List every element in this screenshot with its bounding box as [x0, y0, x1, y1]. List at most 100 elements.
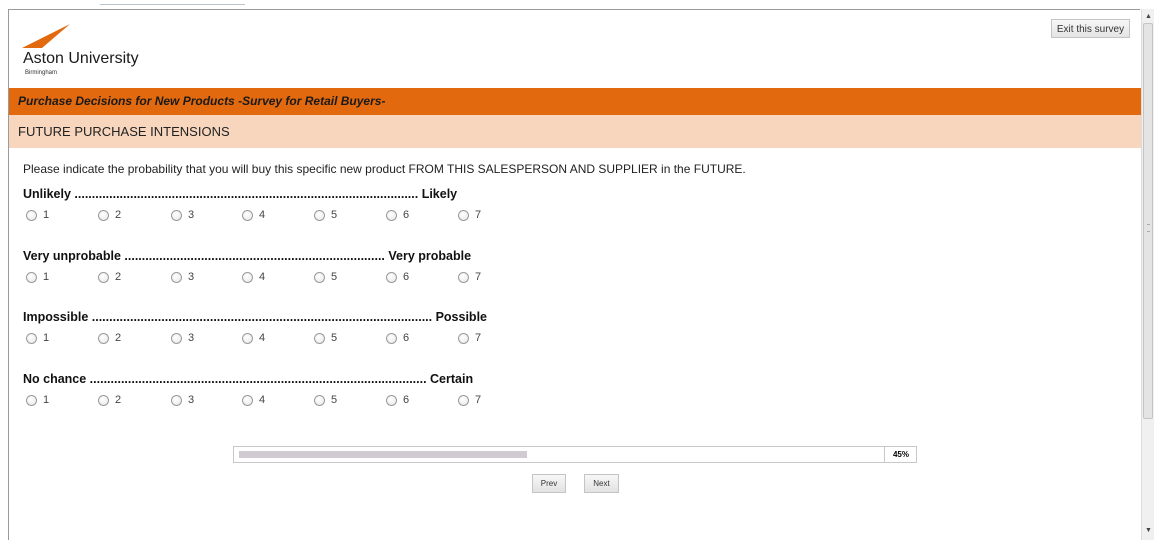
- radio-circle-icon[interactable]: [386, 332, 397, 344]
- radio-circle-icon[interactable]: [242, 332, 253, 344]
- logo-triangle-icon: [22, 24, 70, 48]
- radio-option-label: 7: [475, 332, 482, 344]
- chevron-down-icon[interactable]: ▼: [1143, 525, 1154, 537]
- radio-option[interactable]: 4: [242, 393, 265, 407]
- radio-circle-icon[interactable]: [26, 332, 37, 344]
- radio-option[interactable]: 2: [98, 393, 121, 407]
- radio-option[interactable]: 5: [314, 208, 337, 222]
- radio-option[interactable]: 6: [386, 331, 409, 345]
- radio-option[interactable]: 4: [242, 331, 265, 345]
- radio-circle-icon[interactable]: [98, 271, 109, 283]
- radio-option-label: 5: [331, 271, 338, 283]
- radio-option[interactable]: 1: [26, 208, 49, 222]
- logo-city: Birmingham: [25, 70, 58, 76]
- radio-option[interactable]: 5: [314, 393, 337, 407]
- scale-label: Impossible .............................…: [23, 310, 487, 324]
- radio-option-label: 5: [331, 394, 338, 406]
- radio-option[interactable]: 7: [458, 331, 481, 345]
- radio-option-label: 1: [43, 271, 50, 283]
- radio-circle-icon[interactable]: [386, 394, 397, 406]
- radio-circle-icon[interactable]: [171, 394, 182, 406]
- radio-option[interactable]: 2: [98, 331, 121, 345]
- radio-circle-icon[interactable]: [242, 209, 253, 221]
- radio-circle-icon[interactable]: [314, 394, 325, 406]
- radio-option-label: 5: [331, 332, 338, 344]
- vertical-scrollbar[interactable]: ▲ ▼: [1141, 9, 1154, 540]
- browser-top-strip: [0, 0, 1154, 9]
- radio-circle-icon[interactable]: [314, 332, 325, 344]
- radio-circle-icon[interactable]: [171, 332, 182, 344]
- radio-option-label: 4: [259, 394, 266, 406]
- radio-option[interactable]: 7: [458, 270, 481, 284]
- radio-option[interactable]: 7: [458, 208, 481, 222]
- prev-button[interactable]: Prev: [532, 474, 566, 493]
- progress-divider: [884, 447, 885, 462]
- radio-option[interactable]: 1: [26, 270, 49, 284]
- radio-circle-icon[interactable]: [26, 394, 37, 406]
- radio-circle-icon[interactable]: [458, 332, 469, 344]
- radio-option[interactable]: 7: [458, 393, 481, 407]
- radio-option-label: 6: [403, 332, 410, 344]
- scrollbar-grip: [1147, 224, 1150, 232]
- progress-track: [239, 451, 879, 458]
- radio-option[interactable]: 5: [314, 331, 337, 345]
- radio-option-label: 4: [259, 209, 266, 221]
- radio-circle-icon[interactable]: [458, 209, 469, 221]
- radio-option[interactable]: 5: [314, 270, 337, 284]
- radio-option-label: 2: [115, 271, 122, 283]
- exit-survey-button[interactable]: Exit this survey: [1051, 19, 1130, 38]
- radio-option[interactable]: 4: [242, 208, 265, 222]
- radio-circle-icon[interactable]: [98, 209, 109, 221]
- radio-option[interactable]: 3: [171, 331, 194, 345]
- next-button[interactable]: Next: [584, 474, 619, 493]
- radio-option-label: 3: [188, 332, 195, 344]
- radio-option[interactable]: 1: [26, 393, 49, 407]
- radio-circle-icon[interactable]: [314, 209, 325, 221]
- radio-option[interactable]: 3: [171, 393, 194, 407]
- radio-option[interactable]: 3: [171, 208, 194, 222]
- radio-circle-icon[interactable]: [314, 271, 325, 283]
- radio-circle-icon[interactable]: [386, 271, 397, 283]
- radio-circle-icon[interactable]: [386, 209, 397, 221]
- radio-option-label: 6: [403, 271, 410, 283]
- radio-option-label: 3: [188, 394, 195, 406]
- section-heading: FUTURE PURCHASE INTENSIONS: [9, 115, 1141, 148]
- scale-label: Unlikely ...............................…: [23, 187, 458, 201]
- radio-option[interactable]: 1: [26, 331, 49, 345]
- radio-circle-icon[interactable]: [171, 209, 182, 221]
- radio-option[interactable]: 6: [386, 270, 409, 284]
- logo-name: Aston University: [23, 50, 139, 67]
- radio-option[interactable]: 2: [98, 208, 121, 222]
- radio-circle-icon[interactable]: [26, 271, 37, 283]
- radio-circle-icon[interactable]: [458, 271, 469, 283]
- radio-option[interactable]: 3: [171, 270, 194, 284]
- radio-option-label: 2: [115, 332, 122, 344]
- radio-option-label: 2: [115, 394, 122, 406]
- scale-label: No chance ..............................…: [23, 372, 474, 386]
- radio-circle-icon[interactable]: [242, 394, 253, 406]
- radio-option-label: 7: [475, 394, 482, 406]
- scrollbar-thumb[interactable]: [1143, 23, 1153, 419]
- radio-circle-icon[interactable]: [458, 394, 469, 406]
- radio-circle-icon[interactable]: [171, 271, 182, 283]
- scale-label: Very unprobable ........................…: [23, 249, 472, 263]
- survey-title: Purchase Decisions for New Products -Sur…: [9, 88, 1141, 115]
- radio-option[interactable]: 4: [242, 270, 265, 284]
- radio-option[interactable]: 6: [386, 208, 409, 222]
- radio-option-label: 3: [188, 271, 195, 283]
- chevron-up-icon[interactable]: ▲: [1143, 11, 1154, 23]
- radio-circle-icon[interactable]: [98, 394, 109, 406]
- progress-percent: 45%: [892, 450, 909, 459]
- radio-option-label: 4: [259, 271, 266, 283]
- radio-option[interactable]: 2: [98, 270, 121, 284]
- radio-option-label: 1: [43, 332, 50, 344]
- radio-circle-icon[interactable]: [26, 209, 37, 221]
- progress-fill: [239, 451, 527, 458]
- radio-option-label: 6: [403, 394, 410, 406]
- radio-circle-icon[interactable]: [242, 271, 253, 283]
- radio-circle-icon[interactable]: [98, 332, 109, 344]
- radio-option-label: 5: [331, 209, 338, 221]
- progress-bar: 45%: [233, 446, 917, 463]
- radio-option[interactable]: 6: [386, 393, 409, 407]
- radio-option-label: 4: [259, 332, 266, 344]
